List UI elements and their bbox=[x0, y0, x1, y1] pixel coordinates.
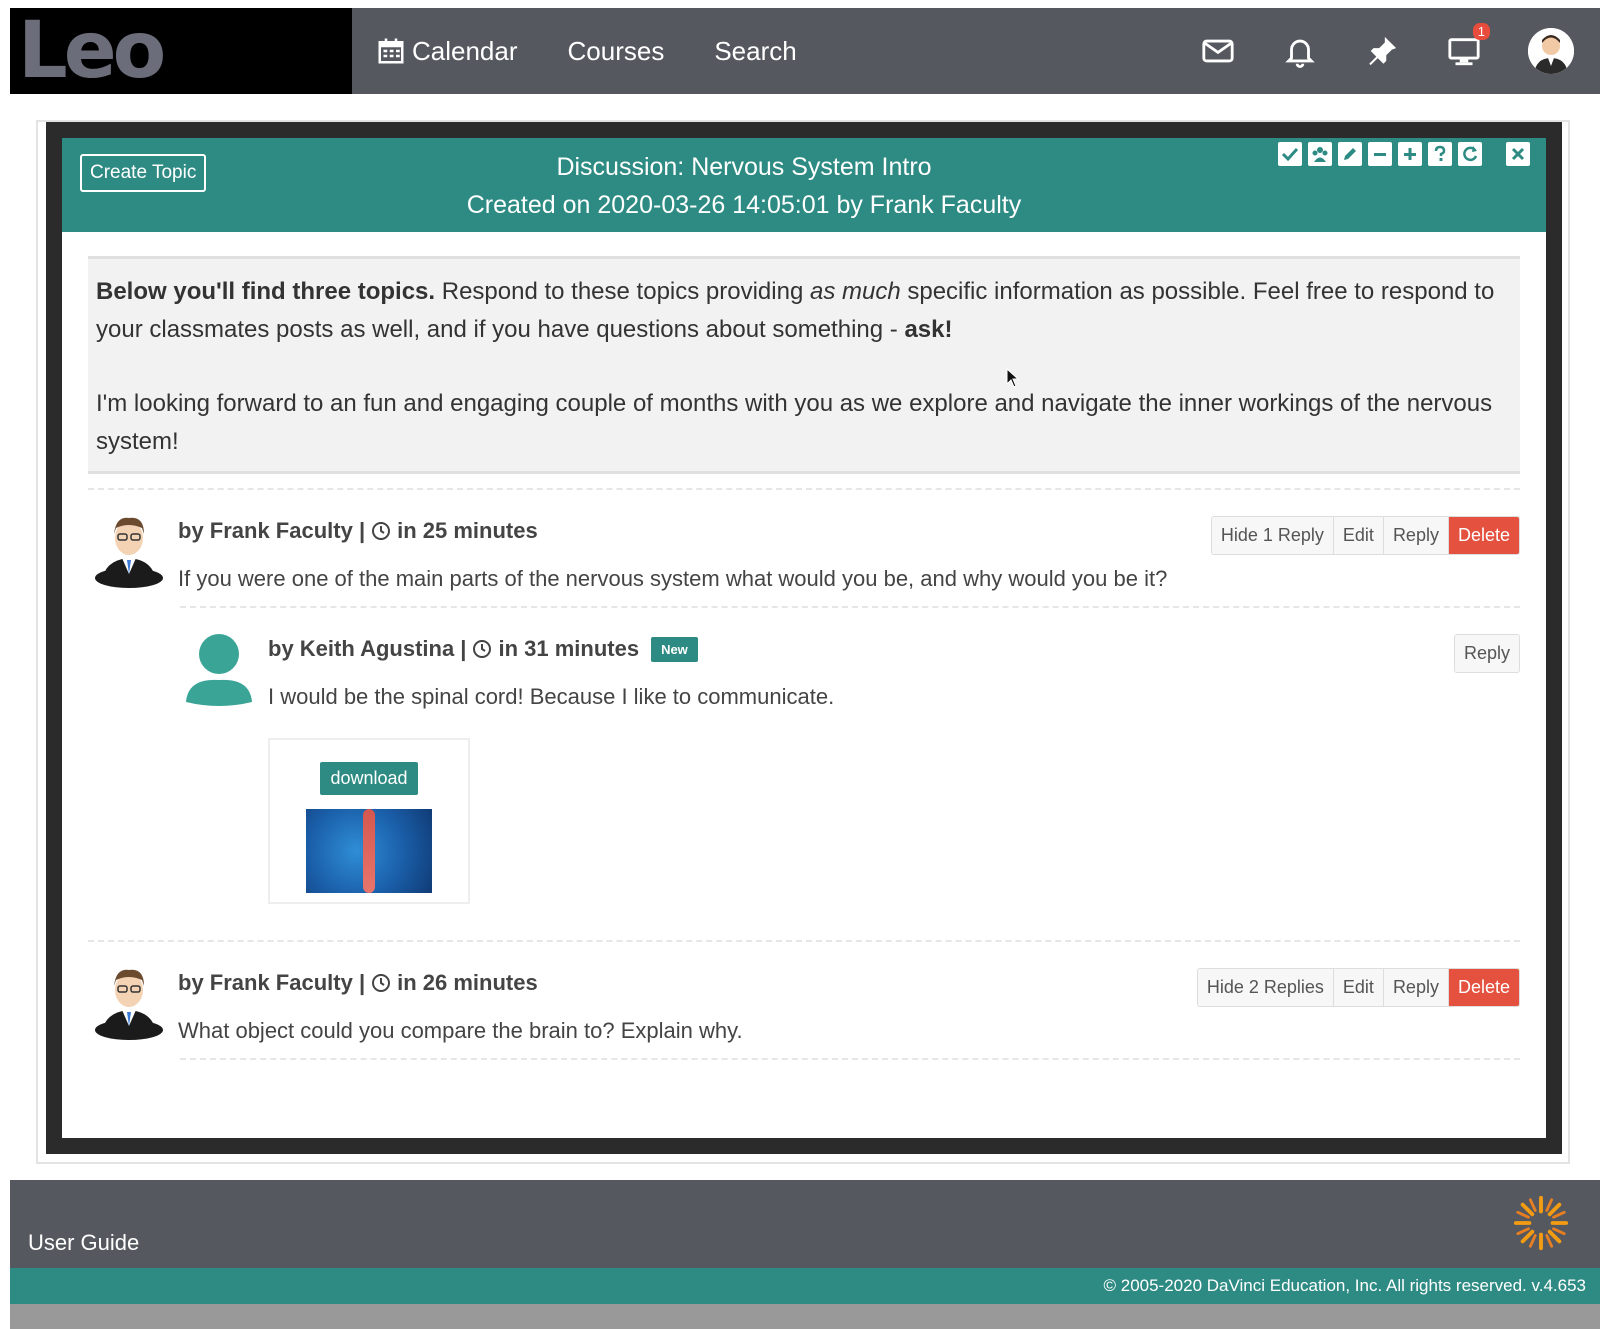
nav-icons: 1 bbox=[1200, 23, 1600, 74]
divider bbox=[88, 488, 1520, 490]
attachment-thumbnail[interactable] bbox=[306, 809, 432, 893]
footer-strip bbox=[10, 1304, 1600, 1329]
footer: User Guide bbox=[10, 1180, 1600, 1268]
attachment-card: download bbox=[268, 738, 470, 904]
post-author: by Frank Faculty | bbox=[178, 518, 366, 543]
nav-calendar-label: Calendar bbox=[412, 35, 518, 66]
reply-meta: by Keith Agustina | in 31 minutes New bbox=[268, 636, 1520, 662]
topic-post: by Frank Faculty | in 25 minutes If you … bbox=[88, 504, 1520, 592]
reply-post: by Keith Agustina | in 31 minutes New I … bbox=[178, 622, 1520, 904]
reply-actions: Reply bbox=[1453, 634, 1520, 673]
topic-post: by Frank Faculty | in 26 minutes What ob… bbox=[88, 956, 1520, 1044]
divider bbox=[88, 940, 1520, 942]
header-toolbar bbox=[1278, 142, 1530, 166]
new-badge: New bbox=[651, 636, 698, 662]
intro-paragraph-1: Below you'll find three topics. Respond … bbox=[96, 273, 1512, 349]
plus-icon[interactable] bbox=[1398, 142, 1422, 166]
nav-search-label: Search bbox=[714, 35, 797, 66]
edit-pencil-icon[interactable] bbox=[1338, 142, 1362, 166]
post-text: What object could you compare the brain … bbox=[178, 1018, 743, 1043]
nav-courses[interactable]: Courses bbox=[568, 36, 665, 67]
download-button[interactable]: download bbox=[320, 762, 418, 795]
user-avatar[interactable] bbox=[1528, 28, 1574, 74]
logo-text: Leo bbox=[18, 6, 166, 96]
post-text: If you were one of the main parts of the… bbox=[178, 566, 1168, 591]
help-icon[interactable] bbox=[1428, 142, 1452, 166]
post-time: in 25 minutes bbox=[397, 518, 538, 543]
hide-replies-button[interactable]: Hide 2 Replies bbox=[1197, 969, 1334, 1006]
intro-paragraph-2: I'm looking forward to an fun and engagi… bbox=[96, 390, 1493, 455]
copyright-text: © 2005-2020 DaVinci Education, Inc. All … bbox=[1103, 1276, 1586, 1295]
intro-bold-end: ask! bbox=[904, 316, 953, 343]
clock-icon bbox=[372, 974, 391, 992]
refresh-icon[interactable] bbox=[1458, 142, 1482, 166]
davinci-sun-logo-icon bbox=[1513, 1195, 1569, 1251]
calendar-icon bbox=[378, 38, 404, 64]
faculty-avatar bbox=[95, 517, 163, 588]
reply-time: in 31 minutes bbox=[498, 636, 640, 661]
app-root: Leo Calendar Courses Search 1 Create Top… bbox=[0, 0, 1600, 1329]
post-time: in 26 minutes bbox=[397, 970, 538, 995]
discussion-modal: Create Topic Discussion: Nervous System … bbox=[62, 138, 1546, 1138]
intro-italic: as much bbox=[809, 278, 901, 305]
edit-button[interactable]: Edit bbox=[1333, 517, 1384, 554]
delete-button[interactable]: Delete bbox=[1448, 517, 1519, 554]
reply-button[interactable]: Reply bbox=[1383, 517, 1449, 554]
close-icon[interactable] bbox=[1506, 142, 1530, 166]
modal-body: Below you'll find three topics. Respond … bbox=[62, 232, 1546, 1060]
divider bbox=[180, 1058, 1520, 1060]
reply-button[interactable]: Reply bbox=[1454, 635, 1519, 672]
mail-icon[interactable] bbox=[1200, 33, 1236, 69]
divider bbox=[180, 606, 1520, 608]
nav-calendar[interactable]: Calendar bbox=[376, 36, 518, 67]
post-actions: Hide 1 Reply Edit Reply Delete bbox=[1210, 516, 1520, 555]
intro-text-a: Respond to these topics providing bbox=[435, 278, 810, 305]
mouse-cursor-icon bbox=[1006, 368, 1020, 388]
user-guide-link[interactable]: User Guide bbox=[28, 1230, 139, 1256]
edit-button[interactable]: Edit bbox=[1333, 969, 1384, 1006]
hide-replies-button[interactable]: Hide 1 Reply bbox=[1211, 517, 1334, 554]
monitor-badge: 1 bbox=[1472, 23, 1490, 40]
discussion-intro: Below you'll find three topics. Respond … bbox=[88, 256, 1520, 474]
minus-icon[interactable] bbox=[1368, 142, 1392, 166]
reply-author: by Keith Agustina | bbox=[268, 636, 467, 661]
users-icon[interactable] bbox=[1308, 142, 1332, 166]
faculty-avatar bbox=[95, 969, 163, 1040]
post-author: by Frank Faculty | bbox=[178, 970, 366, 995]
monitor-icon[interactable]: 1 bbox=[1446, 23, 1490, 69]
nav-search[interactable]: Search bbox=[714, 36, 796, 67]
post-actions: Hide 2 Replies Edit Reply Delete bbox=[1196, 968, 1520, 1007]
spine-graphic bbox=[363, 809, 375, 893]
reply-button[interactable]: Reply bbox=[1383, 969, 1449, 1006]
pin-icon[interactable] bbox=[1364, 33, 1400, 69]
leo-logo[interactable]: Leo bbox=[10, 8, 352, 94]
modal-header: Create Topic Discussion: Nervous System … bbox=[62, 138, 1546, 232]
check-icon[interactable] bbox=[1278, 142, 1302, 166]
copyright-bar: © 2005-2020 DaVinci Education, Inc. All … bbox=[10, 1268, 1600, 1304]
top-navbar: Leo Calendar Courses Search 1 bbox=[10, 8, 1600, 94]
reply-text: I would be the spinal cord! Because I li… bbox=[268, 684, 835, 709]
bell-icon[interactable] bbox=[1282, 33, 1318, 69]
delete-button[interactable]: Delete bbox=[1448, 969, 1519, 1006]
student-avatar bbox=[186, 634, 252, 706]
nav-links: Calendar Courses Search bbox=[376, 36, 847, 67]
nav-courses-label: Courses bbox=[567, 35, 665, 66]
intro-bold-lead: Below you'll find three topics. bbox=[96, 278, 436, 305]
reply-content: by Keith Agustina | in 31 minutes New I … bbox=[268, 622, 1520, 904]
discussion-created: Created on 2020-03-26 14:05:01 by Frank … bbox=[466, 191, 1022, 219]
clock-icon bbox=[473, 640, 492, 658]
clock-icon bbox=[372, 522, 391, 540]
